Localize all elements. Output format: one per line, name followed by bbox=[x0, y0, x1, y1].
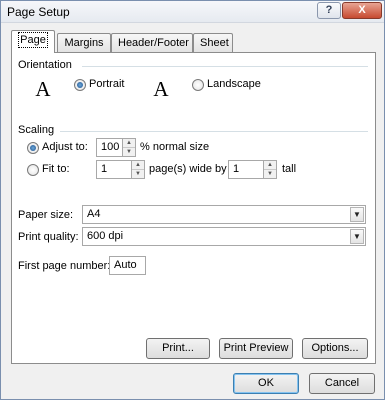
landscape-page-icon: A bbox=[153, 77, 169, 101]
spin-up-icon[interactable]: ▲ bbox=[132, 161, 144, 170]
spin-down-icon[interactable]: ▼ bbox=[264, 170, 276, 179]
fit-to-label[interactable]: Fit to: bbox=[42, 163, 70, 175]
fit-wide-spinner[interactable]: ▲ ▼ bbox=[132, 160, 145, 179]
paper-size-select[interactable]: A4 ▼ bbox=[82, 205, 366, 224]
portrait-page-icon: A bbox=[35, 77, 51, 101]
print-quality-select[interactable]: 600 dpi ▼ bbox=[82, 227, 366, 246]
adjust-to-radio[interactable] bbox=[27, 142, 39, 154]
orientation-group-label: Orientation bbox=[18, 59, 72, 71]
portrait-label[interactable]: Portrait bbox=[89, 78, 124, 90]
tab-page-label: Page bbox=[18, 32, 48, 48]
print-quality-label: Print quality: bbox=[18, 231, 79, 243]
spin-down-icon[interactable]: ▼ bbox=[132, 170, 144, 179]
adjust-to-suffix: % normal size bbox=[140, 141, 210, 153]
print-preview-button[interactable]: Print Preview bbox=[219, 338, 293, 359]
adjust-to-input[interactable]: 100 bbox=[96, 138, 123, 157]
cancel-button[interactable]: Cancel bbox=[309, 373, 375, 394]
portrait-radio[interactable] bbox=[74, 79, 86, 91]
landscape-radio[interactable] bbox=[192, 79, 204, 91]
print-button[interactable]: Print... bbox=[146, 338, 210, 359]
adjust-to-spinner[interactable]: ▲ ▼ bbox=[123, 138, 136, 157]
spin-up-icon[interactable]: ▲ bbox=[264, 161, 276, 170]
fit-wide-input[interactable]: 1 bbox=[96, 160, 132, 179]
first-page-number-input[interactable]: Auto bbox=[109, 256, 146, 275]
scaling-group-label: Scaling bbox=[18, 124, 55, 136]
tab-header-footer[interactable]: Header/Footer bbox=[111, 33, 193, 52]
page-setup-dialog: Page Setup ? X Page Margins Header/Foote… bbox=[0, 0, 385, 400]
fit-to-radio[interactable] bbox=[27, 164, 39, 176]
options-button[interactable]: Options... bbox=[302, 338, 368, 359]
spin-up-icon[interactable]: ▲ bbox=[123, 139, 135, 148]
fit-wide-suffix: page(s) wide by bbox=[149, 163, 227, 175]
dropdown-arrow-icon[interactable]: ▼ bbox=[350, 229, 364, 244]
help-button[interactable]: ? bbox=[317, 2, 341, 19]
fit-tall-spinner[interactable]: ▲ ▼ bbox=[264, 160, 277, 179]
first-page-number-label: First page number: bbox=[18, 260, 111, 272]
page-tab-panel: Orientation A Portrait A Landscape Scali… bbox=[11, 52, 376, 364]
spin-down-icon[interactable]: ▼ bbox=[123, 148, 135, 157]
landscape-label[interactable]: Landscape bbox=[207, 78, 261, 90]
tab-page[interactable]: Page bbox=[11, 30, 55, 53]
dropdown-arrow-icon[interactable]: ▼ bbox=[350, 207, 364, 222]
print-quality-value: 600 dpi bbox=[87, 230, 124, 242]
fit-tall-input[interactable]: 1 bbox=[228, 160, 264, 179]
paper-size-label: Paper size: bbox=[18, 209, 74, 221]
fit-tall-suffix: tall bbox=[282, 163, 297, 175]
close-button[interactable]: X bbox=[342, 2, 382, 19]
window-title: Page Setup bbox=[7, 5, 70, 19]
title-bar[interactable]: Page Setup ? X bbox=[1, 1, 384, 23]
orientation-divider bbox=[82, 66, 368, 67]
tab-sheet[interactable]: Sheet bbox=[193, 33, 233, 52]
adjust-to-label[interactable]: Adjust to: bbox=[42, 141, 88, 153]
tab-margins[interactable]: Margins bbox=[57, 33, 111, 52]
scaling-divider bbox=[60, 131, 368, 132]
ok-button[interactable]: OK bbox=[233, 373, 299, 394]
paper-size-value: A4 bbox=[87, 208, 101, 220]
